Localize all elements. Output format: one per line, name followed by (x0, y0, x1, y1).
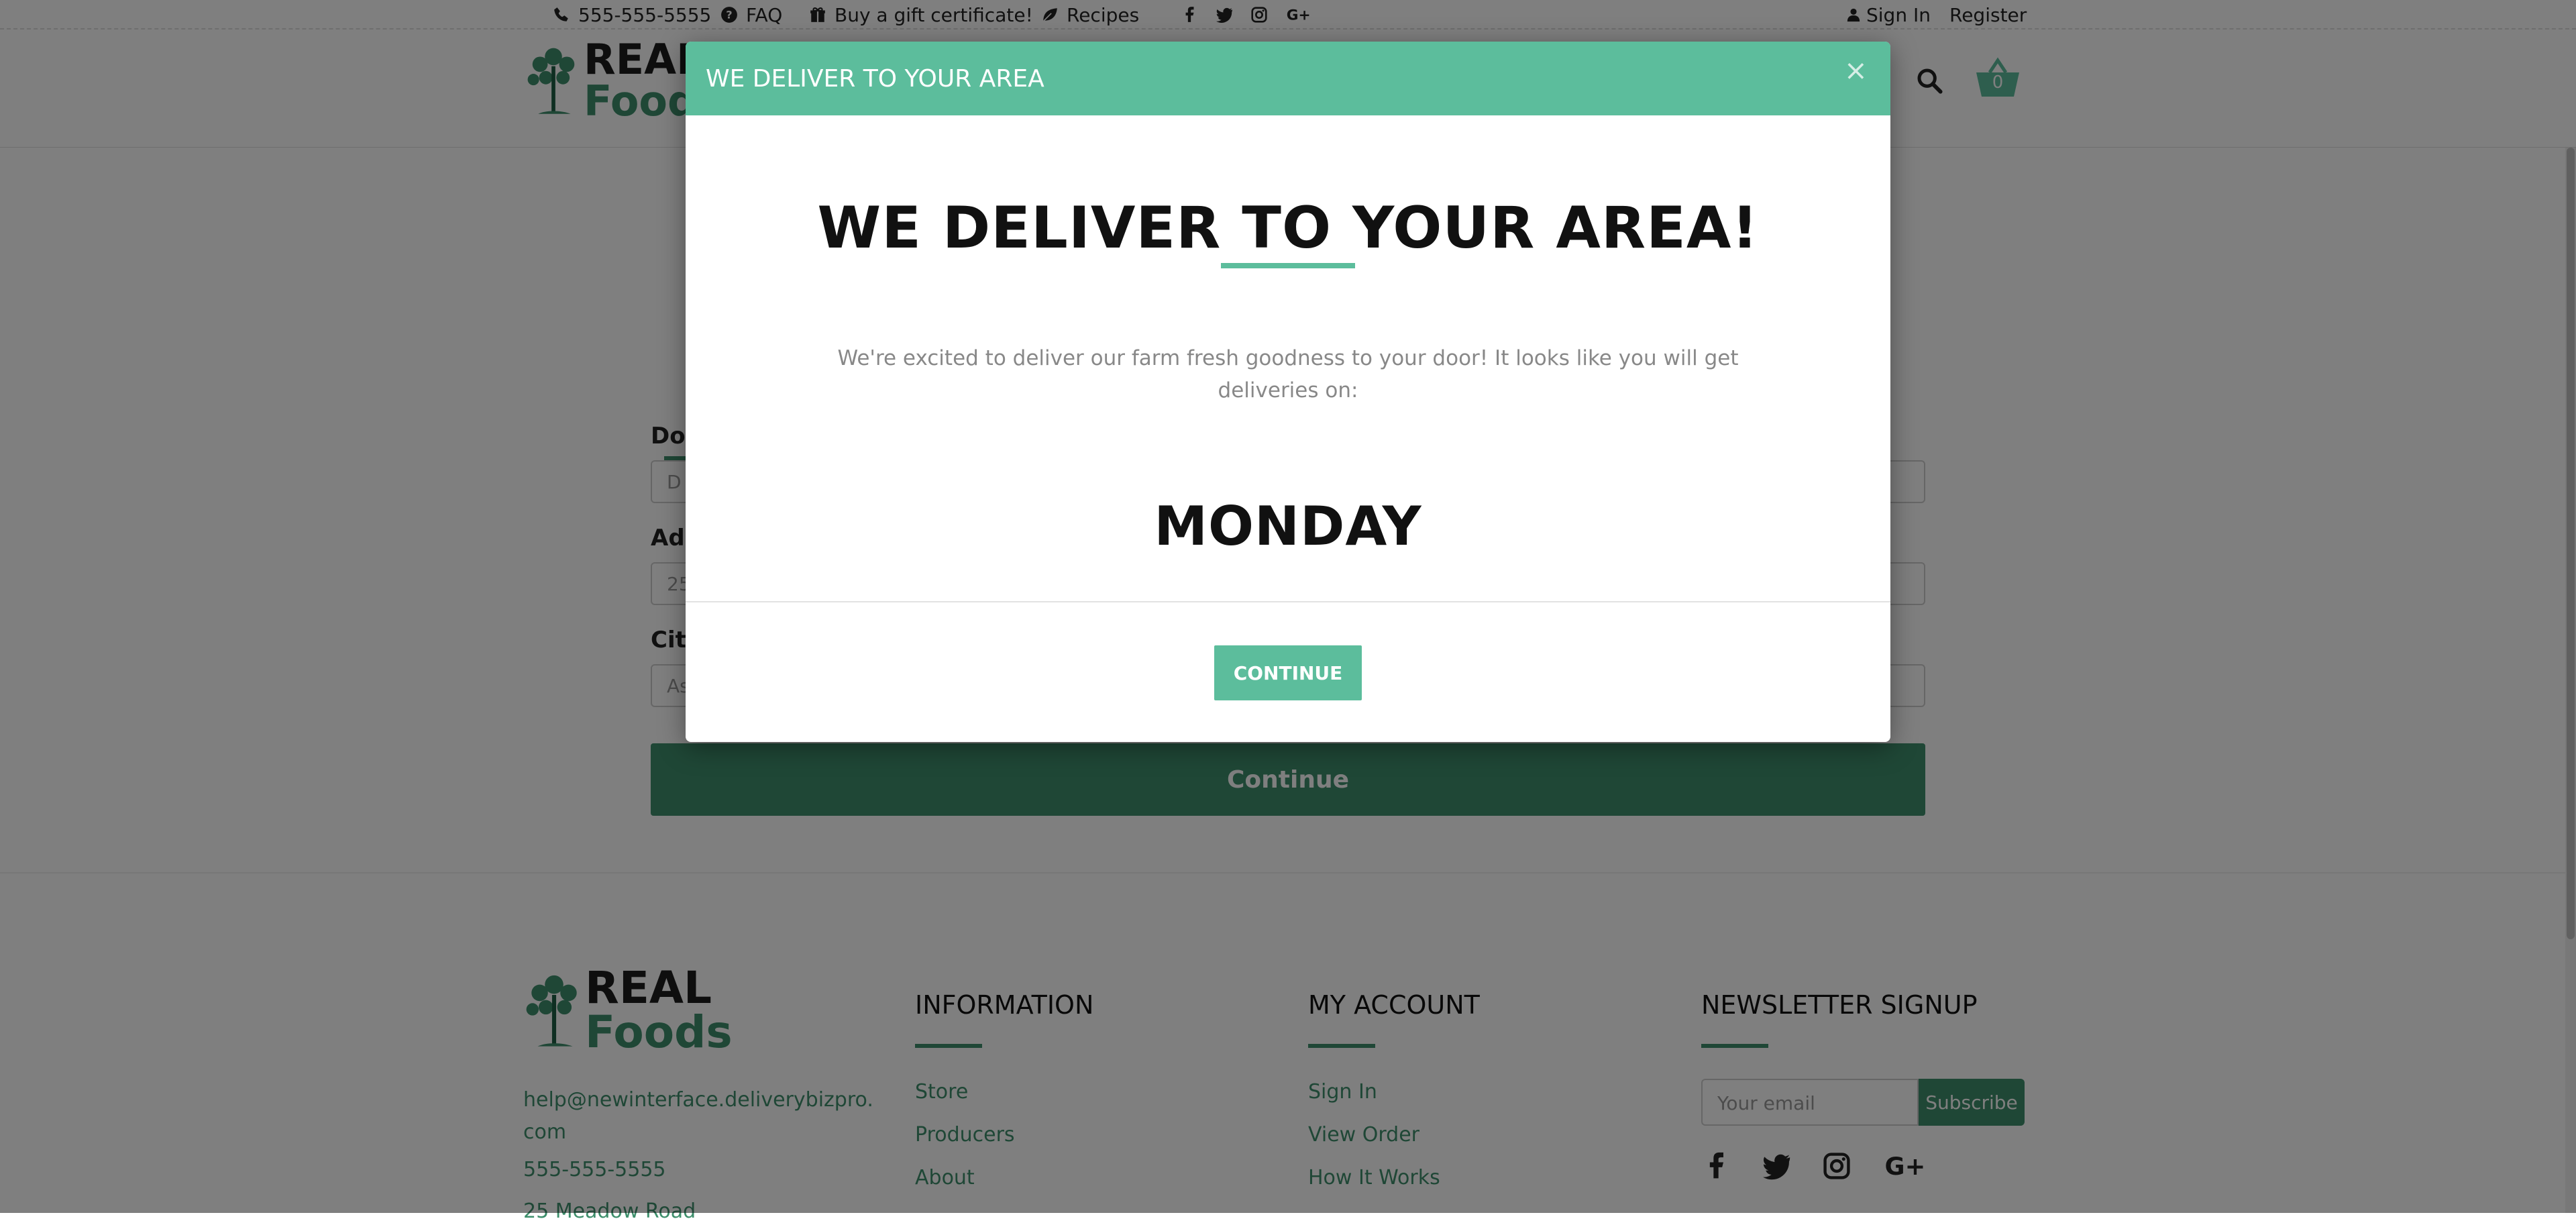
close-icon[interactable]: × (1844, 56, 1868, 85)
modal-heading: WE DELIVER TO YOUR AREA! (817, 195, 1759, 262)
delivery-day: MONDAY (1154, 495, 1422, 557)
modal-title: WE DELIVER TO YOUR AREA (706, 64, 1044, 93)
modal-header: WE DELIVER TO YOUR AREA × (686, 42, 1890, 115)
modal-continue-button[interactable]: CONTINUE (1214, 645, 1362, 700)
modal-footer-divider (686, 601, 1890, 602)
delivery-modal: WE DELIVER TO YOUR AREA × WE DELIVER TO … (686, 42, 1890, 742)
modal-message: We're excited to deliver our farm fresh … (837, 346, 1739, 403)
modal-heading-underline (1221, 263, 1355, 268)
